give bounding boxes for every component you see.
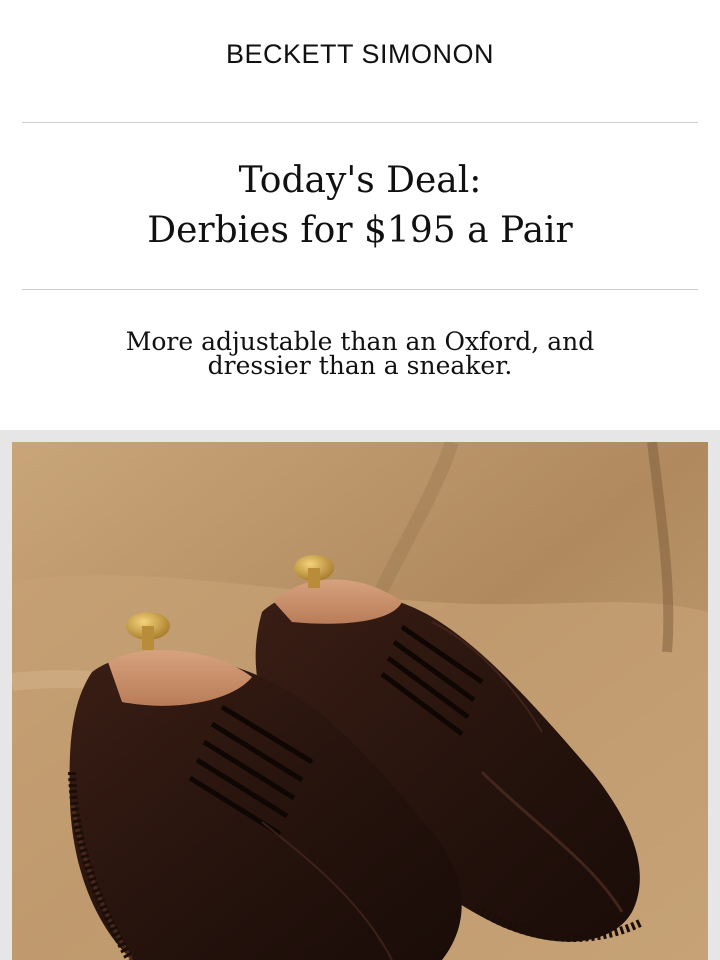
email-header: BECKETT SIMONON bbox=[0, 0, 720, 122]
headline-line-2: Derbies for $195 a Pair bbox=[147, 210, 573, 251]
subhead-line-2: dressier than a sneaker. bbox=[207, 351, 513, 380]
headline-line-1: Today's Deal: bbox=[238, 160, 482, 201]
hero-image[interactable] bbox=[12, 442, 708, 960]
derby-shoes-image bbox=[12, 442, 708, 960]
brand-logo[interactable]: BECKETT SIMONON bbox=[226, 39, 494, 70]
subhead-section: More adjustable than an Oxford, and dres… bbox=[0, 290, 720, 430]
headline-section: Today's Deal: Derbies for $195 a Pair bbox=[0, 123, 720, 289]
hero-image-frame bbox=[0, 430, 720, 960]
